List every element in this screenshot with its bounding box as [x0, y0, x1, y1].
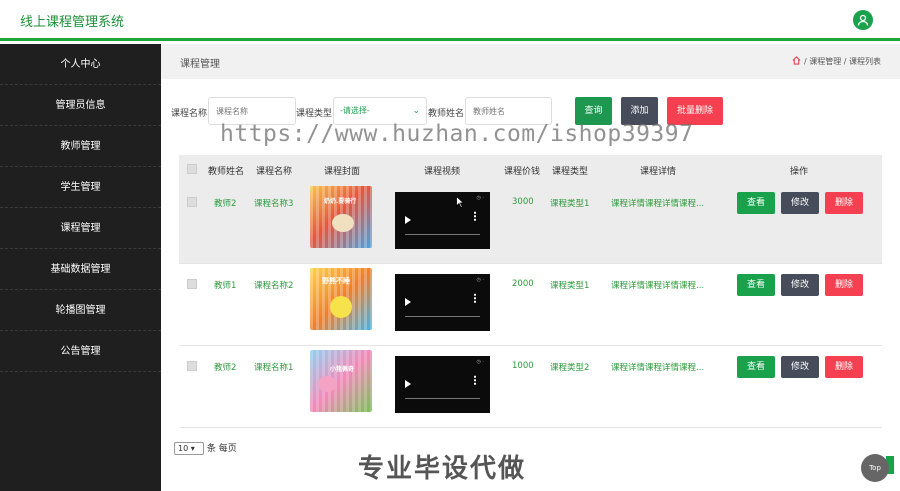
sidebar-item-teacher[interactable]: 教师管理 — [0, 126, 161, 167]
table-row[interactable]: 教师1 课程名称2 野熊不睡 ◷ ⋅ 2000 课程类型1 课程详情课程详情课程… — [179, 265, 882, 346]
more-options-icon[interactable] — [474, 375, 476, 385]
delete-button[interactable]: 删除 — [825, 274, 863, 296]
play-icon[interactable] — [405, 380, 411, 388]
sidebar-item-course[interactable]: 课程管理 — [0, 208, 161, 249]
view-button[interactable]: 查看 — [737, 274, 775, 296]
breadcrumb-separator: / — [803, 57, 807, 66]
promo-banner-text: 专业毕设代做 — [358, 454, 527, 484]
more-options-icon[interactable] — [474, 293, 476, 303]
delete-button[interactable]: 删除 — [825, 192, 863, 214]
sidebar-item-personal-center[interactable]: 个人中心 — [0, 44, 161, 85]
course-cover-image: 野熊不睡 — [310, 268, 372, 330]
clock-icon: ◷ ⋅ — [476, 277, 484, 283]
cell-price: 2000 — [512, 279, 534, 289]
view-button[interactable]: 查看 — [737, 356, 775, 378]
cell-teacher: 教师1 — [214, 281, 237, 291]
cell-detail: 课程详情课程详情课程... — [611, 281, 705, 291]
breadcrumb-course-manage[interactable]: 课程管理 — [809, 57, 841, 66]
cell-type: 课程类型1 — [550, 281, 590, 291]
table-header: 教师姓名 课程名称 课程封面 课程视频 课程价钱 课程类型 课程详情 操作 — [179, 155, 882, 183]
app-title: 线上课程管理系统 — [20, 15, 125, 30]
header-detail: 课程详情 — [640, 167, 677, 177]
breadcrumb-course-list: 课程列表 — [849, 57, 881, 66]
header-cover: 课程封面 — [324, 167, 361, 177]
sidebar-item-carousel[interactable]: 轮播图管理 — [0, 290, 161, 331]
view-button[interactable]: 查看 — [737, 192, 775, 214]
course-table: 教师姓名 课程名称 课程封面 课程视频 课程价钱 课程类型 课程详情 操作 教师… — [179, 155, 882, 429]
delete-button[interactable]: 删除 — [825, 356, 863, 378]
cell-course: 课程名称2 — [254, 281, 294, 291]
breadcrumb: / 课程管理 / 课程列表 — [792, 56, 881, 67]
cell-price: 3000 — [512, 197, 534, 207]
course-video-player[interactable]: ◷ ⋅ — [395, 274, 490, 331]
course-cover-image: 奶奶.要骑行 — [310, 186, 372, 248]
edit-button[interactable]: 修改 — [781, 192, 819, 214]
video-progress-bar[interactable] — [405, 234, 480, 235]
cell-teacher: 教师2 — [214, 199, 237, 209]
course-name-label: 课程名称 — [171, 109, 208, 119]
more-options-icon[interactable] — [474, 211, 476, 221]
mouse-cursor-icon — [456, 196, 464, 208]
header-type: 课程类型 — [552, 167, 589, 177]
table-row[interactable]: 教师2 课程名称3 奶奶.要骑行 ◷ ⋅ 3000 课程类型1 课程详情课程详情… — [179, 183, 882, 264]
header-video: 课程视频 — [424, 167, 461, 177]
course-cover-image: 小猪佩奇 — [310, 350, 372, 412]
breadcrumb-bar: 课程管理 / 课程管理 / 课程列表 — [161, 44, 900, 79]
page-title: 课程管理 — [180, 59, 220, 70]
back-to-top-button[interactable]: Top — [861, 454, 889, 482]
page-size-select[interactable]: 10 ▾ — [174, 442, 204, 455]
video-progress-bar[interactable] — [405, 398, 480, 399]
header-actions: 操作 — [790, 167, 809, 177]
teacher-name-label: 教师姓名 — [428, 109, 465, 119]
cell-price: 1000 — [512, 361, 534, 371]
sidebar-item-admin-info[interactable]: 管理员信息 — [0, 85, 161, 126]
select-all-checkbox[interactable] — [187, 164, 197, 174]
cell-detail: 课程详情课程详情课程... — [611, 199, 705, 209]
clock-icon: ◷ ⋅ — [476, 359, 484, 365]
table-row[interactable]: 教师2 课程名称1 小猪佩奇 ◷ ⋅ 1000 课程类型2 课程详情课程详情课程… — [179, 347, 882, 428]
video-progress-bar[interactable] — [405, 316, 480, 317]
row-checkbox[interactable] — [187, 279, 197, 289]
sidebar-item-notice[interactable]: 公告管理 — [0, 331, 161, 372]
play-icon[interactable] — [405, 298, 411, 306]
header-teacher: 教师姓名 — [208, 167, 245, 177]
course-type-label: 课程类型 — [296, 109, 333, 119]
header-course: 课程名称 — [256, 167, 293, 177]
cover-title: 小猪佩奇 — [330, 366, 355, 373]
course-video-player[interactable]: ◷ ⋅ — [395, 356, 490, 413]
sidebar: 个人中心 管理员信息 教师管理 学生管理 课程管理 基础数据管理 轮播图管理 公… — [0, 44, 161, 491]
watermark-text: https://www.huzhan.com/ishop39397 — [220, 121, 694, 147]
cell-detail: 课程详情课程详情课程... — [611, 363, 705, 373]
top-bar: 线上课程管理系统 — [0, 0, 900, 41]
page-size-suffix: 条 每页 — [206, 444, 237, 454]
play-icon[interactable] — [405, 216, 411, 224]
cell-course: 课程名称3 — [254, 199, 294, 209]
cell-type: 课程类型1 — [550, 199, 590, 209]
edit-button[interactable]: 修改 — [781, 274, 819, 296]
header-price: 课程价钱 — [504, 167, 541, 177]
sidebar-item-student[interactable]: 学生管理 — [0, 167, 161, 208]
cell-type: 课程类型2 — [550, 363, 590, 373]
cell-course: 课程名称1 — [254, 363, 294, 373]
row-checkbox[interactable] — [187, 197, 197, 207]
home-icon[interactable] — [792, 56, 801, 65]
sidebar-item-base-data[interactable]: 基础数据管理 — [0, 249, 161, 290]
main-content: 课程管理 / 课程管理 / 课程列表 课程名称 课程类型 -请选择- ⌄ 教师姓… — [161, 44, 900, 491]
cover-title: 野熊不睡 — [322, 277, 350, 285]
course-video-player[interactable]: ◷ ⋅ — [395, 192, 490, 249]
course-type-value: -请选择- — [340, 106, 370, 115]
row-checkbox[interactable] — [187, 361, 197, 371]
clock-icon: ◷ ⋅ — [476, 195, 484, 201]
user-icon[interactable] — [853, 10, 873, 30]
cell-teacher: 教师2 — [214, 363, 237, 373]
edit-button[interactable]: 修改 — [781, 356, 819, 378]
pagination: 10 ▾ 条 每页 — [174, 441, 237, 455]
breadcrumb-separator: / — [843, 57, 847, 66]
cover-title: 奶奶.要骑行 — [324, 198, 357, 205]
